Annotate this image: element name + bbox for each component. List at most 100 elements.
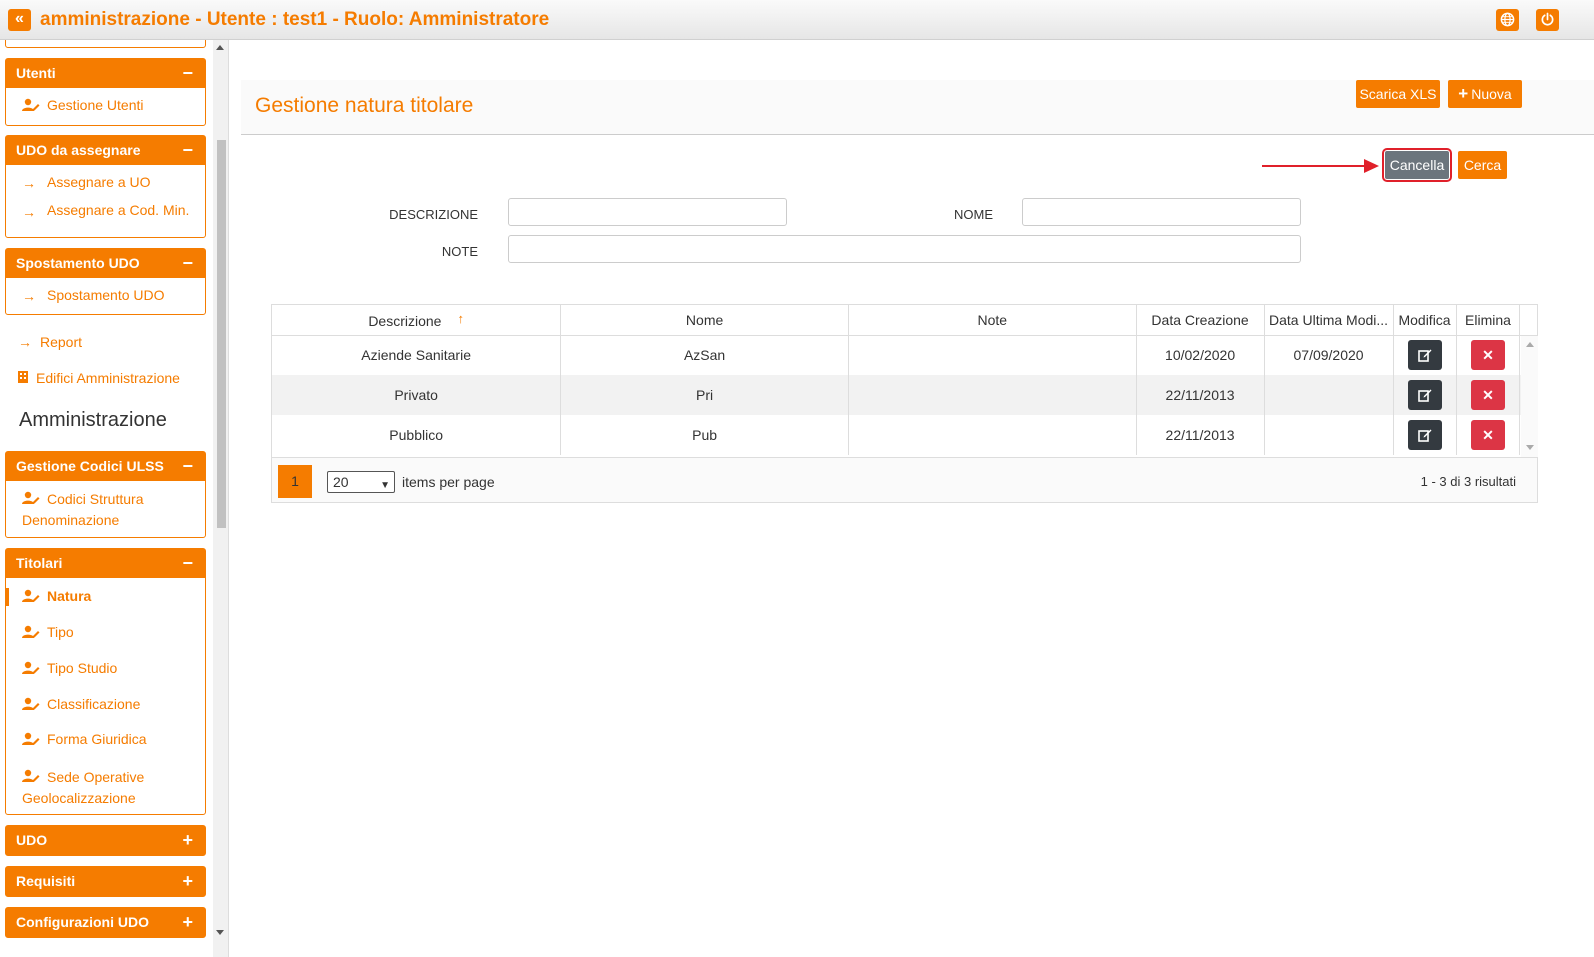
cell-nome: Pub <box>560 415 849 455</box>
sidebar-item-gestione-utenti[interactable]: Gestione Utenti <box>6 97 205 115</box>
panel-configurazioni-udo[interactable]: Configurazioni UDO + <box>5 907 206 938</box>
sidebar-item-label: Forma Giuridica <box>47 731 147 747</box>
scroll-down-icon[interactable] <box>1526 445 1534 450</box>
scroll-up-icon[interactable] <box>216 45 224 50</box>
sidebar-item-assegnare-uo[interactable]: → Assegnare a UO <box>6 174 205 191</box>
delete-button[interactable]: ✕ <box>1471 340 1505 371</box>
column-header-data-creazione[interactable]: Data Creazione <box>1136 305 1265 336</box>
collapse-icon[interactable]: − <box>182 59 193 88</box>
column-header-nome[interactable]: Nome <box>560 305 849 336</box>
collapse-icon[interactable]: − <box>182 249 193 278</box>
delete-button[interactable]: ✕ <box>1471 380 1505 410</box>
header-spacer <box>1519 305 1537 336</box>
cell-modifica <box>1393 335 1457 375</box>
sidebar-link-edifici[interactable]: Edifici Amministrazione <box>18 370 180 386</box>
sidebar-item-tipo-studio[interactable]: Tipo Studio <box>6 660 117 678</box>
cell-nome: Pri <box>560 375 849 415</box>
table-row[interactable]: Pubblico Pub 22/11/2013 ✕ <box>272 415 1537 455</box>
page-size-select[interactable]: 20 ▼ <box>327 471 395 493</box>
table-scrollbar[interactable] <box>1521 336 1538 457</box>
page-title: Gestione natura titolare <box>255 94 474 117</box>
edit-button[interactable] <box>1407 340 1442 371</box>
sidebar-item-classificazione[interactable]: Classificazione <box>6 696 140 714</box>
annotation-arrow <box>1262 165 1366 167</box>
panel-udo-da-assegnare-header[interactable]: UDO da assegnare − <box>6 136 205 165</box>
expand-icon[interactable]: + <box>182 908 193 937</box>
column-header-note[interactable]: Note <box>848 305 1137 336</box>
sidebar-link-label: Edifici Amministrazione <box>36 370 180 386</box>
delete-button[interactable]: ✕ <box>1471 420 1505 450</box>
sidebar-item-assegnare-cod-min[interactable]: → Assegnare a Cod. Min. <box>6 202 205 219</box>
sidebar-item-spostamento-udo[interactable]: → Spostamento UDO <box>6 287 205 304</box>
nome-input[interactable] <box>1022 198 1301 226</box>
cell-data-ultima-modifica: 07/09/2020 <box>1264 335 1394 375</box>
scroll-up-icon[interactable] <box>1526 342 1534 347</box>
column-header-modifica: Modifica <box>1393 305 1457 336</box>
panel-udo-header[interactable]: UDO + <box>6 826 205 855</box>
table-row[interactable]: Aziende Sanitarie AzSan 10/02/2020 07/09… <box>272 335 1537 375</box>
search-button[interactable]: Cerca <box>1458 151 1507 179</box>
page-size-value: 20 <box>333 474 349 490</box>
sidebar-item-label: Tipo <box>47 624 74 640</box>
cell-data-creazione: 10/02/2020 <box>1136 335 1265 375</box>
collapse-icon[interactable]: − <box>182 549 193 578</box>
column-header-data-ultima-modifica[interactable]: Data Ultima Modi... <box>1264 305 1394 336</box>
collapse-menu-button[interactable]: « <box>8 9 31 31</box>
cell-data-ultima-modifica <box>1264 375 1394 415</box>
panel-spostamento-udo-header[interactable]: Spostamento UDO − <box>6 249 205 278</box>
arrow-right-icon: → <box>22 288 36 305</box>
sidebar-item-forma-giuridica[interactable]: Forma Giuridica <box>6 731 147 749</box>
edit-button[interactable] <box>1407 380 1442 410</box>
sidebar-item-label: Gestione Utenti <box>47 97 144 113</box>
table-row[interactable]: Privato Pri 22/11/2013 ✕ <box>272 375 1537 415</box>
cell-elimina: ✕ <box>1456 335 1521 375</box>
power-icon[interactable] <box>1536 9 1559 31</box>
panel-gestione-codici-ulss-header[interactable]: Gestione Codici ULSS − <box>6 452 205 481</box>
panel-title: Spostamento UDO <box>16 255 140 271</box>
annotation-arrow-head <box>1364 159 1379 173</box>
panel-utenti-header[interactable]: Utenti − <box>6 59 205 88</box>
sort-ascending-icon[interactable]: ↑ <box>457 311 464 326</box>
sidebar-item-natura[interactable]: Natura <box>6 588 91 606</box>
panel-configurazioni-udo-header[interactable]: Configurazioni UDO + <box>6 908 205 937</box>
pager: 1 20 ▼ items per page 1 - 3 di 3 risultat… <box>272 457 1537 502</box>
note-label: NOTE <box>441 244 478 259</box>
panel-requisiti-header[interactable]: Requisiti + <box>6 867 205 896</box>
data-table: Descrizione ↑ Nome Note Data Creazione Da… <box>272 305 1537 455</box>
sidebar-item-sede-operative[interactable]: Sede Operative Geolocalizzazione <box>6 767 205 808</box>
edit-button[interactable] <box>1407 420 1442 450</box>
sidebar-item-codici-struttura[interactable]: Codici Struttura Denominazione <box>6 489 205 530</box>
panel-titolari-header[interactable]: Titolari − <box>6 549 205 578</box>
sidebar-scrollbar-thumb[interactable] <box>217 140 226 528</box>
panel-gestione-codici-ulss: Gestione Codici ULSS − Codici Struttura D… <box>5 451 206 538</box>
panel-title: Titolari <box>16 555 63 571</box>
page-1-button[interactable]: 1 <box>278 465 312 498</box>
collapse-icon[interactable]: − <box>182 136 193 165</box>
cell-data-ultima-modifica <box>1264 415 1394 455</box>
cancel-button[interactable]: Cancella <box>1382 148 1452 182</box>
note-input[interactable] <box>508 235 1301 263</box>
results-count: 1 - 3 di 3 risultati <box>1420 474 1516 489</box>
cell-modifica <box>1393 415 1457 455</box>
user-edit-icon <box>22 661 41 678</box>
download-xls-button[interactable]: Scarica XLS <box>1356 80 1440 108</box>
globe-icon[interactable] <box>1496 9 1519 31</box>
collapse-icon[interactable]: − <box>182 452 193 481</box>
panel-udo-da-assegnare: UDO da assegnare − → Assegnare a UO → Asseg… <box>5 135 206 238</box>
descrizione-input[interactable] <box>508 198 787 226</box>
panel-udo[interactable]: UDO + <box>5 825 206 856</box>
sidebar-section-title: Amministrazione <box>19 409 167 431</box>
panel-title: Configurazioni UDO <box>16 914 149 930</box>
new-button[interactable]: + Nuova <box>1448 80 1522 108</box>
expand-icon[interactable]: + <box>182 826 193 855</box>
table-header-row: Descrizione ↑ Nome Note Data Creazione Da… <box>272 305 1537 336</box>
scroll-down-icon[interactable] <box>216 930 224 935</box>
plus-icon: + <box>1458 84 1469 103</box>
sidebar-link-report[interactable]: → Report <box>18 334 82 350</box>
expand-icon[interactable]: + <box>182 867 193 896</box>
sidebar-item-label: Spostamento UDO <box>47 287 165 303</box>
sidebar-item-tipo[interactable]: Tipo <box>6 624 74 642</box>
edit-icon <box>1417 349 1432 363</box>
panel-requisiti[interactable]: Requisiti + <box>5 866 206 897</box>
column-header-descrizione[interactable]: Descrizione ↑ <box>272 305 562 336</box>
